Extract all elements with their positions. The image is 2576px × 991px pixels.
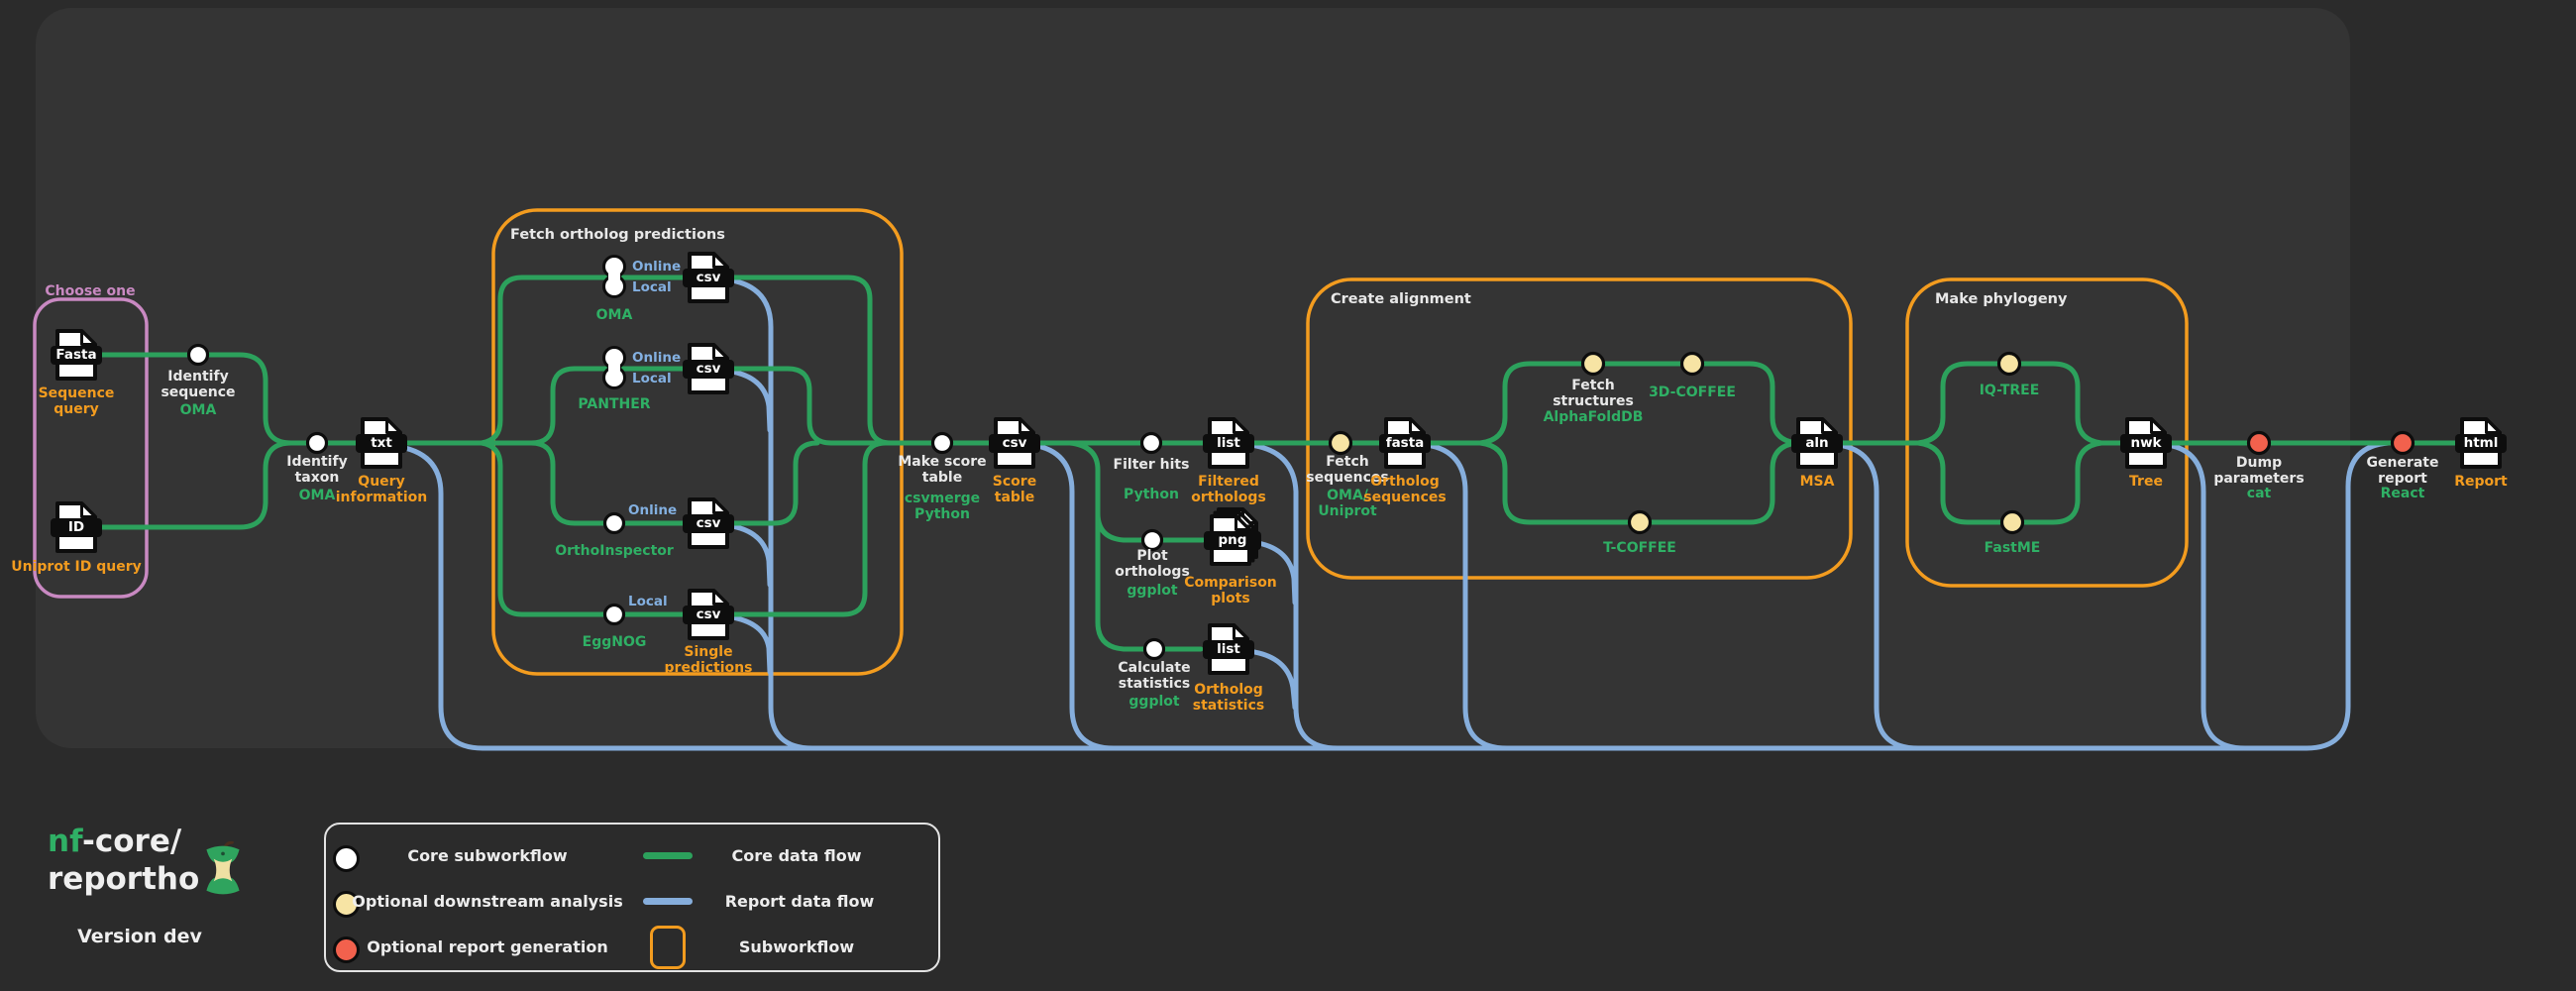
node-identify-taxon: [308, 434, 327, 453]
io-panther-local: Local: [632, 371, 672, 386]
tool-orthoinspector: OrthoInspector: [530, 543, 698, 559]
tool-iqtree: IQ-TREE: [1950, 383, 2069, 398]
tool-filter-hits: Python: [1107, 487, 1196, 502]
file-band-comparison-plots: png: [1204, 531, 1261, 550]
file-band-query-information: txt: [356, 434, 407, 453]
legend-optional-report-label: Optional report generation: [367, 937, 607, 956]
file-label-score-table: Score table: [980, 474, 1049, 505]
file-band-id-query: ID: [51, 518, 102, 537]
node-dump-parameters: [2249, 433, 2270, 454]
file-label-tree: Tree: [2106, 474, 2186, 490]
legend-report-flow-label: Report data flow: [725, 892, 875, 911]
file-label-comparison-plots: Comparison plots: [1176, 575, 1285, 606]
file-band-panther-csv: csv: [683, 360, 734, 379]
tool-dump-parameters: cat: [2219, 486, 2299, 501]
file-band-oma-csv: csv: [683, 269, 734, 287]
io-eggnog-local: Local: [628, 594, 668, 609]
node-t-coffee: [1630, 512, 1651, 533]
legend-subworkflow-swatch: [650, 926, 686, 969]
logo-line-1: nf-core/: [48, 824, 199, 861]
legend-subworkflow-label: Subworkflow: [739, 937, 854, 956]
label-make-score-table: Make score table: [893, 454, 992, 486]
logo-line-2: reportho: [48, 861, 199, 899]
file-label-sequence-query: Sequence query: [35, 385, 118, 417]
file-band-fasta-query: Fasta: [51, 346, 102, 365]
node-eggnog: [605, 606, 624, 624]
tool-make-score-table: csvmerge Python: [893, 491, 992, 522]
apple-core-icon: [198, 841, 248, 899]
diagram-panel: [36, 8, 2350, 748]
legend-report-flow-swatch: [643, 898, 693, 905]
node-make-score-table: [933, 434, 952, 453]
node-fetch-sequences: [1331, 433, 1351, 454]
file-band-tree: nwk: [2120, 434, 2172, 453]
tool-identify-sequence: OMA: [159, 402, 238, 418]
node-identify-sequence: [189, 346, 208, 365]
tool-oma: OMA: [575, 307, 654, 323]
file-label-report: Report: [2441, 474, 2521, 490]
label-generate-report: Generate report: [2358, 455, 2447, 487]
file-label-msa: MSA: [1777, 474, 1857, 490]
file-label-ortholog-statistics: Ortholog statistics: [1184, 682, 1273, 714]
label-dump-parameters: Dump parameters: [2200, 455, 2318, 487]
nf-core-logo: nf-core/ reportho: [48, 824, 199, 899]
node-fastme: [2002, 512, 2023, 533]
logo-nf: nf: [48, 824, 82, 859]
io-oma-online: Online: [632, 259, 681, 275]
file-band-single-predictions: csv: [683, 606, 734, 624]
node-iqtree: [1999, 354, 2020, 375]
file-band-orthoinspector-csv: csv: [683, 514, 734, 533]
file-band-report: html: [2455, 434, 2507, 453]
legend-core-flow-label: Core data flow: [732, 846, 862, 865]
pipeline-version: Version dev: [77, 926, 202, 947]
file-label-query-information: Query information: [335, 474, 429, 505]
io-orthoinspector-online: Online: [628, 502, 677, 518]
legend-optional-report-icon: [333, 936, 360, 963]
tool-3d-coffee: 3D-COFFEE: [1623, 385, 1762, 400]
file-band-score-table: csv: [989, 434, 1040, 453]
io-oma-local: Local: [632, 279, 672, 295]
node-fetch-structures: [1583, 354, 1604, 375]
legend-box: Core subworkflow Optional downstream ana…: [324, 823, 940, 972]
file-label-uniprot-id-query: Uniprot ID query: [2, 559, 151, 575]
tool-panther: PANTHER: [550, 396, 679, 412]
pipeline-diagram: Fasta ID txt csv csv csv csv csv list pn…: [0, 0, 2576, 991]
make-phylogeny-title: Make phylogeny: [1935, 291, 2067, 307]
tool-eggnog: EggNOG: [560, 634, 669, 650]
legend-core-subworkflow-label: Core subworkflow: [407, 846, 567, 865]
file-label-ortholog-sequences: Ortholog sequences: [1358, 474, 1452, 505]
file-band-msa: aln: [1791, 434, 1843, 453]
tool-fastme: FastME: [1958, 540, 2067, 556]
legend-optional-analysis-label: Optional downstream analysis: [352, 892, 622, 911]
node-plot-orthologs: [1143, 531, 1162, 550]
node-generate-report: [2393, 433, 2414, 454]
legend-core-flow-swatch: [643, 852, 693, 859]
tool-generate-report: React: [2363, 486, 2442, 501]
tool-fetch-structures: AlphaFoldDB: [1514, 409, 1672, 425]
file-band-ortholog-statistics: list: [1203, 640, 1254, 659]
file-label-single-predictions: Single predictions: [662, 644, 756, 676]
legend-core-subworkflow-icon: [333, 845, 360, 872]
fetch-ortholog-predictions-title: Fetch ortholog predictions: [510, 227, 725, 243]
create-alignment-title: Create alignment: [1331, 291, 1471, 307]
io-panther-online: Online: [632, 350, 681, 366]
choose-one-title: Choose one: [36, 283, 145, 299]
node-filter-hits: [1142, 434, 1161, 453]
file-label-filtered-orthologs: Filtered orthologs: [1184, 474, 1273, 505]
logo-core: -core/: [82, 824, 181, 859]
node-orthoinspector: [605, 514, 624, 533]
file-band-filtered-orthologs: list: [1203, 434, 1254, 453]
node-3d-coffee: [1682, 354, 1703, 375]
label-identify-sequence: Identify sequence: [157, 369, 240, 400]
file-band-ortholog-sequences: fasta: [1379, 434, 1431, 453]
tool-t-coffee: T-COFFEE: [1575, 540, 1704, 556]
node-calculate-statistics: [1145, 640, 1164, 659]
label-filter-hits: Filter hits: [1097, 457, 1206, 473]
